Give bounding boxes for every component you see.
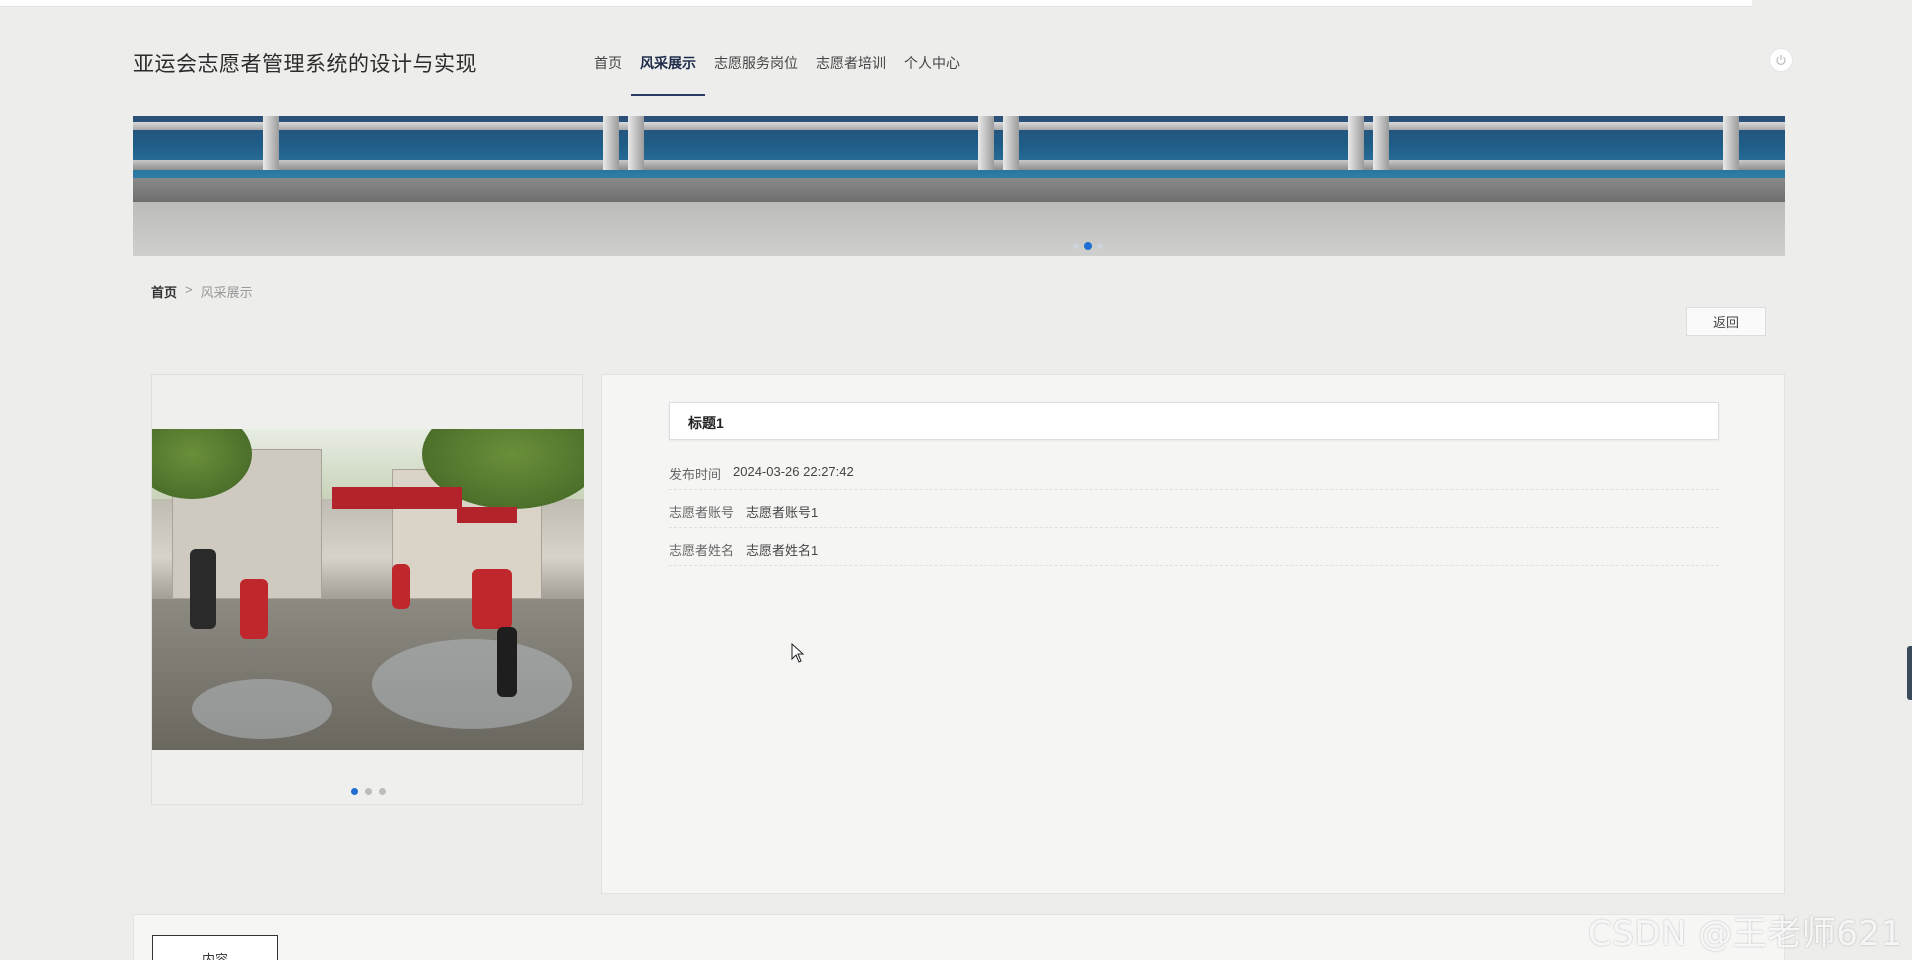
- top-strip: [0, 0, 1752, 7]
- banner-image-rail-lower: [133, 160, 1785, 170]
- nav-personal-center[interactable]: 个人中心: [895, 44, 969, 94]
- banner-image-post: [603, 116, 619, 170]
- field-value: 志愿者姓名1: [746, 543, 819, 558]
- back-button[interactable]: 返回: [1686, 307, 1766, 336]
- photo-person: [392, 564, 410, 609]
- gallery-dot-active[interactable]: [351, 788, 358, 795]
- gallery-dot[interactable]: [379, 788, 386, 795]
- banner-image-post: [628, 116, 644, 170]
- side-scroll-handle[interactable]: [1907, 646, 1912, 700]
- main-nav: 首页 风采展示 志愿服务岗位 志愿者培训 个人中心: [585, 44, 969, 96]
- power-icon: [1776, 55, 1786, 65]
- detail-title: 标题1: [669, 402, 1719, 440]
- field-volunteer-account: 志愿者账号 志愿者账号1: [669, 490, 1719, 528]
- banner-image-post: [1373, 116, 1389, 170]
- photo-puddle: [372, 639, 572, 729]
- nav-home[interactable]: 首页: [585, 44, 631, 94]
- banner-dot[interactable]: [1097, 243, 1103, 249]
- banner-image-road: [133, 202, 1785, 256]
- field-publish-time: 发布时间 2024-03-26 22:27:42: [669, 452, 1719, 490]
- banner-dot[interactable]: [1073, 243, 1079, 249]
- field-volunteer-name: 志愿者姓名 志愿者姓名1: [669, 528, 1719, 566]
- banner-indicators: [1073, 242, 1103, 250]
- photo-red-banner: [332, 487, 462, 509]
- banner-image-post: [978, 116, 994, 170]
- gallery-dot[interactable]: [365, 788, 372, 795]
- banner-carousel[interactable]: [133, 116, 1785, 256]
- photo-red-banner: [457, 507, 517, 523]
- nav-service-posts[interactable]: 志愿服务岗位: [705, 44, 807, 94]
- nav-training[interactable]: 志愿者培训: [807, 44, 895, 94]
- banner-image-post: [1003, 116, 1019, 170]
- field-value: 2024-03-26 22:27:42: [733, 464, 854, 479]
- photo-person: [240, 579, 268, 639]
- logout-button[interactable]: [1769, 48, 1793, 72]
- image-gallery[interactable]: [151, 374, 584, 805]
- site-header: 亚运会志愿者管理系统的设计与实现 首页 风采展示 志愿服务岗位 志愿者培训 个人…: [133, 44, 1793, 96]
- nav-showcase[interactable]: 风采展示: [631, 44, 705, 96]
- breadcrumb: 首页 > 风采展示: [151, 282, 253, 301]
- watermark: CSDN @王老师621: [1588, 914, 1903, 954]
- detail-panel: 标题1 发布时间 2024-03-26 22:27:42 志愿者账号 志愿者账号…: [601, 374, 1785, 894]
- photo-person: [497, 627, 517, 697]
- field-label: 志愿者账号: [669, 505, 735, 520]
- breadcrumb-current: 风采展示: [200, 285, 253, 300]
- field-label: 发布时间: [669, 467, 722, 482]
- volunteer-photo: [152, 429, 584, 750]
- breadcrumb-separator: >: [185, 282, 193, 297]
- gallery-indicators: [351, 788, 386, 795]
- banner-image-curb: [133, 178, 1785, 202]
- banner-image-post: [263, 116, 279, 170]
- banner-image-post: [1723, 116, 1739, 170]
- photo-person: [190, 549, 216, 629]
- site-title: 亚运会志愿者管理系统的设计与实现: [133, 53, 477, 76]
- field-label: 志愿者姓名: [669, 543, 735, 558]
- tab-content[interactable]: 内容: [152, 935, 278, 960]
- banner-image-rail: [133, 122, 1785, 130]
- field-value: 志愿者账号1: [746, 505, 819, 520]
- content-tabs-panel: 内容: [133, 914, 1785, 960]
- banner-dot-active[interactable]: [1084, 242, 1092, 250]
- banner-image-post: [1348, 116, 1364, 170]
- breadcrumb-home[interactable]: 首页: [151, 282, 177, 301]
- photo-person: [472, 569, 512, 629]
- photo-puddle: [192, 679, 332, 739]
- mouse-cursor-icon: [791, 643, 805, 663]
